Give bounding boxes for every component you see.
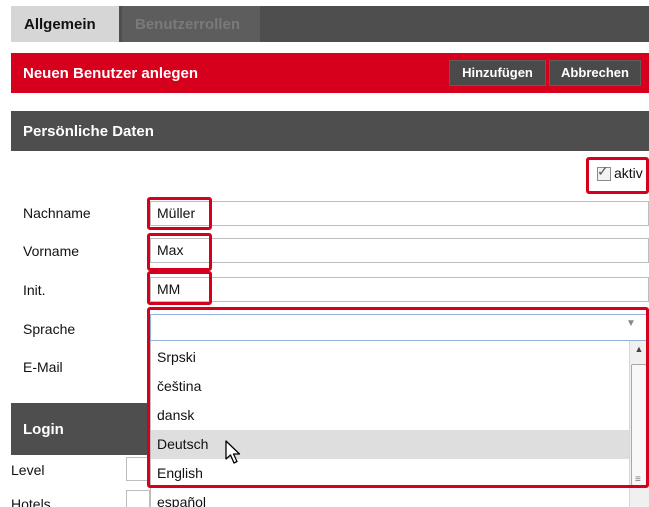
firstname-highlight bbox=[147, 233, 212, 271]
checkmark-icon: ✓ bbox=[597, 163, 609, 179]
language-option-espanol[interactable]: español bbox=[151, 488, 629, 507]
language-label: Sprache bbox=[23, 321, 76, 337]
section-personal-data: Persönliche Daten bbox=[11, 111, 649, 151]
firstname-input[interactable]: Max bbox=[150, 238, 649, 263]
lastname-label: Nachname bbox=[23, 205, 91, 221]
tab-benutzerrollen[interactable]: Benutzerrollen bbox=[122, 6, 260, 42]
level-label: Level bbox=[11, 462, 45, 478]
firstname-label: Vorname bbox=[23, 243, 80, 259]
active-label: aktiv bbox=[614, 165, 643, 181]
initials-input[interactable]: MM bbox=[150, 277, 649, 302]
hotels-label: Hotels bbox=[11, 496, 51, 507]
initials-highlight bbox=[147, 271, 212, 305]
add-button[interactable]: Hinzufügen bbox=[449, 60, 546, 86]
section-login: Login bbox=[11, 403, 149, 455]
form-title: Neuen Benutzer anlegen bbox=[23, 65, 199, 82]
hotels-input[interactable] bbox=[126, 490, 150, 507]
initials-label: Init. bbox=[23, 282, 46, 298]
cancel-button[interactable]: Abbrechen bbox=[549, 60, 641, 86]
tab-allgemein[interactable]: Allgemein bbox=[11, 6, 119, 42]
mouse-pointer-icon bbox=[225, 440, 241, 464]
language-dropdown-highlight bbox=[147, 307, 649, 488]
email-label: E-Mail bbox=[23, 359, 63, 375]
lastname-highlight bbox=[147, 197, 212, 230]
lastname-input[interactable]: Müller bbox=[150, 201, 649, 226]
